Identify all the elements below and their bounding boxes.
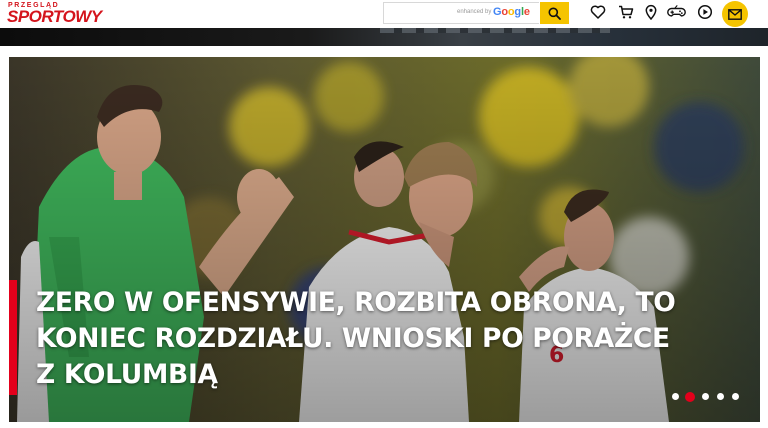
headline-accent-bar: [9, 280, 17, 395]
google-logo: Google: [493, 6, 530, 18]
favorites-button[interactable]: [590, 4, 606, 20]
slider-dot[interactable]: [672, 393, 679, 400]
play-icon: [697, 4, 713, 20]
search-box: enhanced by Google: [383, 2, 539, 24]
heart-icon: [590, 5, 606, 19]
mail-icon: [728, 8, 742, 20]
slider-dot-active[interactable]: [685, 392, 695, 402]
slider-dot[interactable]: [732, 393, 739, 400]
promo-strip: [0, 28, 768, 46]
video-button[interactable]: [697, 4, 713, 20]
newsletter-button[interactable]: [722, 1, 748, 27]
strip-decoration: [380, 28, 610, 33]
search-icon: [548, 7, 561, 20]
location-pin-icon: [645, 4, 657, 21]
cart-icon: [619, 5, 634, 19]
gamepad-icon: [667, 5, 686, 17]
google-letter: e: [523, 6, 530, 18]
location-button[interactable]: [643, 4, 659, 21]
slider-dot[interactable]: [702, 393, 709, 400]
search-input[interactable]: [384, 3, 462, 23]
hero-headline[interactable]: ZERO W OFENSYWIE, ROZBITA OBRONA, TO KON…: [36, 285, 676, 393]
games-button[interactable]: [667, 4, 686, 20]
powered-by-label: enhanced by: [457, 9, 492, 15]
logo-bottom-text: SPORTOWY: [7, 7, 102, 26]
logo[interactable]: PRZEGLĄD SPORTOWY: [7, 2, 102, 26]
slider-dot[interactable]: [717, 393, 724, 400]
shop-button[interactable]: [618, 4, 634, 20]
search-button[interactable]: [540, 2, 569, 24]
top-navbar: PRZEGLĄD SPORTOWY enhanced by Google: [0, 0, 768, 28]
